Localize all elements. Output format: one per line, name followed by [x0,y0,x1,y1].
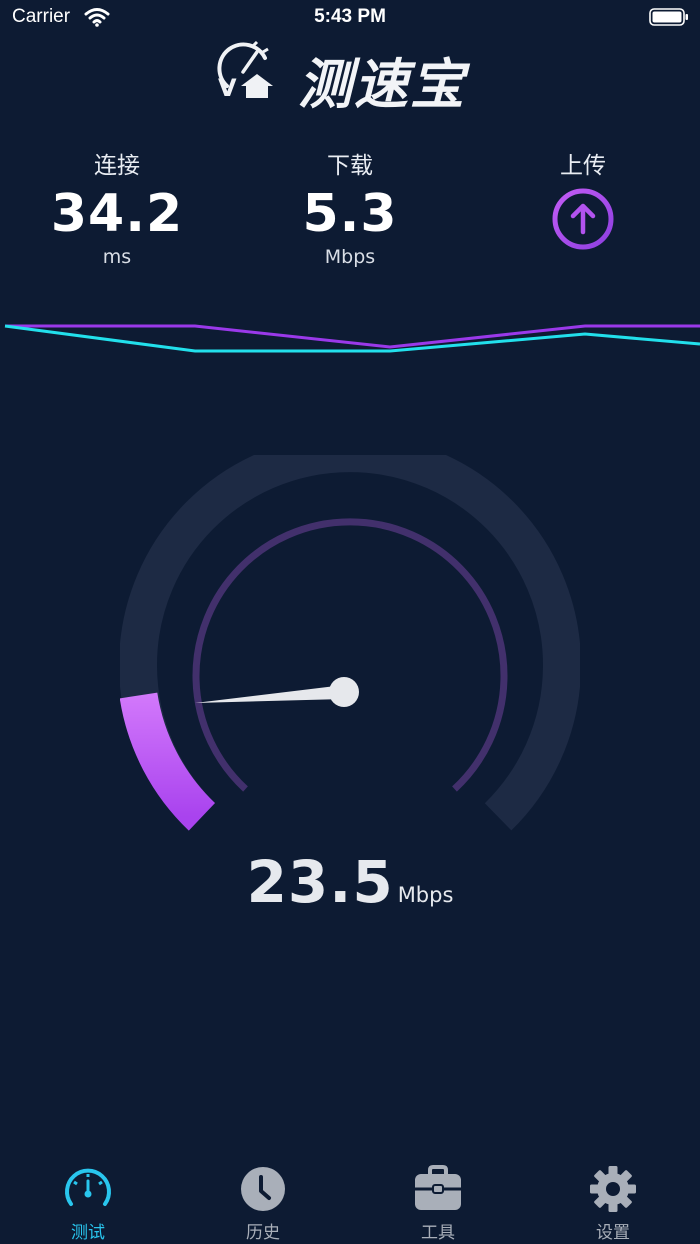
logo-icon: V [217,40,273,100]
svg-text:V: V [218,74,237,100]
speed-readout: 23.5 Mbps [0,848,700,916]
metric-upload: 上传 [473,146,693,180]
tab-history[interactable]: 历史 [203,1162,323,1243]
gauge-inner-track [192,518,508,792]
gauge-needle-hub [329,677,359,707]
gauge-needle [195,685,344,703]
download-trend-line [4,324,700,353]
metric-upload-label: 上传 [560,153,606,179]
upload-trend-line [5,324,700,349]
tab-tools[interactable]: 工具 [378,1162,498,1243]
arrow-up-circle-icon[interactable] [552,188,614,250]
tab-settings[interactable]: 设置 [553,1162,673,1243]
tab-history-label: 历史 [246,1223,280,1243]
speed-value: 23.5 [246,848,394,916]
metric-connect-unit: ms [102,246,132,268]
tab-test[interactable]: 测试 [28,1162,148,1243]
status-time: 5:43 PM [314,6,386,27]
metric-connect: 连接 34.2 ms [7,146,227,268]
metric-connect-value: 34.2 [50,184,184,244]
tab-settings-label: 设置 [596,1223,630,1243]
app-title: 测速宝 [298,53,466,116]
metric-download-unit: Mbps [324,246,376,268]
toolbox-icon [415,1165,461,1210]
clock-icon [241,1167,285,1211]
metric-connect-label: 连接 [94,153,140,179]
speedometer-icon [65,1168,111,1206]
tab-test-label: 测试 [71,1223,105,1243]
battery-icon [649,8,688,26]
speed-trend-lines [4,324,700,353]
speed-gauge [120,455,580,831]
speed-unit: Mbps [397,883,454,907]
metric-download: 下载 5.3 Mbps [240,146,460,268]
metric-download-label: 下载 [327,153,373,179]
tab-tools-label: 工具 [421,1223,455,1243]
gauge-progress-fill [120,692,216,831]
gear-icon [590,1166,636,1212]
metric-download-value: 5.3 [302,184,398,244]
